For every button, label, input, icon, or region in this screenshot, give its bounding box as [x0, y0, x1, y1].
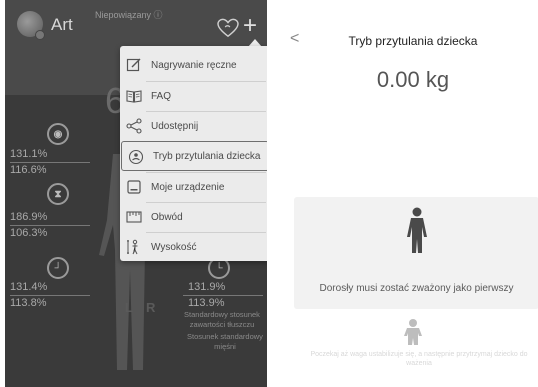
- main-screen: Art Niepowiązany ⓘ + 69.7 kg ◉ 131.1% 11…: [5, 0, 267, 387]
- connection-status[interactable]: Niepowiązany ⓘ: [95, 8, 163, 21]
- metric-divider: [10, 295, 90, 296]
- metric-value: 106.3%: [10, 227, 48, 239]
- leg-left-icon: ┘: [47, 257, 69, 279]
- screenshot-root: Art Niepowiązany ⓘ + 69.7 kg ◉ 131.1% 11…: [0, 0, 538, 387]
- menu-item-label: Wysokość: [151, 241, 197, 253]
- baby-mode-screen: < Tryb przytulania dziecka 0.00 kg Doros…: [284, 0, 538, 387]
- dropdown-menu: Nagrywanie ręczne FAQ Udostępnij Tryb pr…: [120, 46, 267, 261]
- user-name[interactable]: Art: [51, 15, 73, 35]
- share-icon: [126, 118, 142, 134]
- metric-value: 116.6%: [10, 164, 47, 176]
- metric-divider: [10, 225, 90, 226]
- height-icon: [127, 239, 138, 255]
- menu-item-faq[interactable]: FAQ: [120, 81, 267, 111]
- menu-item-circumference[interactable]: Obwód: [120, 202, 267, 232]
- metric-value: 131.1%: [10, 148, 48, 160]
- left-side-label: L: [125, 300, 133, 315]
- menu-item-baby-mode[interactable]: Tryb przytulania dziecka: [121, 141, 267, 171]
- heart-sync-icon[interactable]: [217, 18, 239, 38]
- menu-item-label: Moje urządzenie: [151, 181, 225, 193]
- menu-item-height[interactable]: Wysokość: [120, 232, 267, 262]
- avatar-badge: [35, 30, 45, 40]
- device-icon: [127, 180, 141, 194]
- metric-value: 113.8%: [10, 297, 47, 309]
- menu-item-label: FAQ: [151, 90, 172, 102]
- hold-child-text: Poczekaj aż waga ustabilizuje się, a nas…: [310, 351, 528, 367]
- menu-item-label: Tryb przytulania dziecka: [153, 150, 261, 162]
- tape-measure-icon: [126, 211, 142, 223]
- muscle-ratio-caption: Stosunek standardowy mięśni: [187, 332, 263, 351]
- menu-item-label: Nagrywanie ręczne: [151, 59, 237, 71]
- menu-item-manual-record[interactable]: Nagrywanie ręczne: [120, 50, 267, 80]
- weight-readout: 0.00 kg: [376, 67, 450, 92]
- muscle-icon: ◉: [47, 123, 69, 145]
- menu-item-label: Obwód: [151, 211, 183, 223]
- metric-value: 131.4%: [10, 281, 48, 293]
- metric-divider: [183, 295, 263, 296]
- fat-ratio-caption: Standardowy stosunek zawartości tłuszczu: [184, 310, 260, 329]
- add-icon[interactable]: +: [243, 14, 257, 38]
- right-side-label: R: [146, 300, 156, 315]
- menu-item-share[interactable]: Udostępnij: [120, 111, 267, 141]
- edit-icon: [126, 58, 141, 72]
- metric-divider: [10, 162, 90, 163]
- adult-figure-icon: [407, 207, 427, 253]
- child-figure-icon: [404, 319, 422, 345]
- menu-item-my-device[interactable]: Moje urządzenie: [120, 172, 267, 202]
- baby-icon: [128, 149, 144, 165]
- menu-item-label: Udostępnij: [151, 120, 199, 132]
- page-title: Tryb przytulania dziecka: [348, 34, 478, 48]
- metric-value: 186.9%: [10, 211, 48, 223]
- adult-first-text: Dorosły musi zostać zważony jako pierwsz…: [319, 283, 514, 294]
- hourglass-icon: ⧗: [47, 183, 69, 205]
- book-icon: [126, 90, 142, 103]
- metric-value: 131.9%: [188, 281, 226, 293]
- metric-value: 113.9%: [188, 297, 225, 309]
- adult-weigh-card: Dorosły musi zostać zważony jako pierwsz…: [294, 197, 538, 309]
